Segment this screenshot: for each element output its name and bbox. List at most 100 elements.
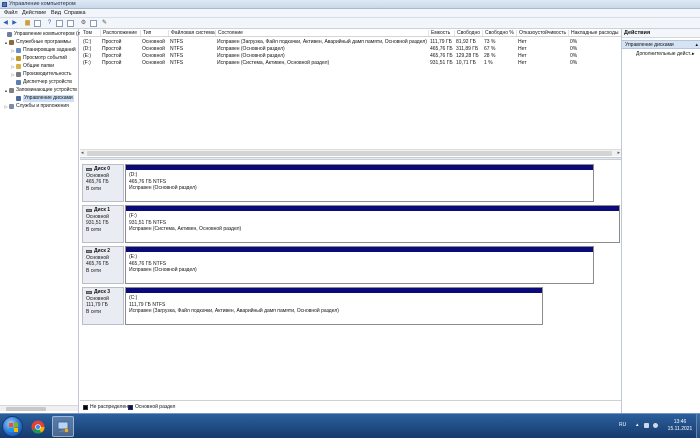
scroll-thumb[interactable]	[6, 407, 46, 411]
chrome-icon	[31, 420, 45, 433]
scroll-left-icon[interactable]: ◂	[81, 150, 84, 157]
more-actions-label: Дополнительные дейст...	[636, 51, 694, 57]
title-bar: Управление компьютером	[0, 0, 700, 9]
expand-icon[interactable]: ▷	[4, 103, 8, 110]
partition-legend: Не распределен Основной раздел	[80, 400, 621, 413]
menu-bar: Файл Действие Вид Справка	[0, 9, 700, 18]
actions-section-disk-management[interactable]: Управление дисками ▴	[622, 40, 700, 49]
volume-layout: Простой	[102, 46, 122, 52]
disk-view-icon[interactable]	[90, 20, 97, 27]
column-header-status[interactable]: Состояние	[215, 30, 243, 36]
disk-label[interactable]: Диск 1 Основной 931,51 ГБ В сети	[82, 205, 124, 243]
network-icon[interactable]	[644, 423, 649, 428]
taskbar-computer-management[interactable]	[52, 416, 74, 437]
partition-block[interactable]: (F:) 931,51 ГБ NTFS Исправен (Система, А…	[125, 205, 620, 243]
volume-horizontal-scrollbar[interactable]: ◂ ▸	[80, 149, 621, 156]
clock-time: 13:46	[673, 419, 687, 425]
tree-item-event-viewer[interactable]: ▷ Просмотр событий	[11, 55, 67, 62]
volume-filesystem: NTFS	[170, 53, 184, 59]
refresh-icon[interactable]: ✎	[101, 20, 108, 27]
disk-label[interactable]: Диск 3 Основной 111,79 ГБ В сети	[82, 287, 124, 325]
volume-overhead: 0%	[570, 46, 578, 52]
primary-swatch	[128, 404, 133, 410]
disk-label[interactable]: Диск 2 Основной 465,76 ГБ В сети	[82, 246, 124, 284]
clock-icon	[16, 48, 21, 53]
computer-icon	[7, 32, 12, 37]
volume-type: Основной	[142, 60, 165, 66]
expand-icon[interactable]: ▷	[11, 63, 15, 70]
tree-item-system-tools[interactable]: ▲ Служебные программы	[4, 39, 71, 46]
menu-action[interactable]: Действие	[22, 10, 46, 17]
volume-icon[interactable]	[653, 423, 658, 428]
collapse-icon[interactable]: ▲	[4, 87, 8, 94]
list-view-icon[interactable]	[67, 20, 74, 27]
expand-icon[interactable]: ▷	[11, 71, 15, 78]
disk-label[interactable]: Диск 0 Основной 465,76 ГБ В сети	[82, 164, 124, 202]
forward-arrow-icon[interactable]: ▶	[11, 20, 18, 27]
partition-block[interactable]: (C:) 111,79 ГБ NTFS Исправен (Загрузка, …	[125, 287, 543, 325]
more-actions-link[interactable]: Дополнительные дейст... ▸	[636, 50, 695, 59]
column-header-layout[interactable]: Расположение	[100, 30, 137, 36]
column-header-free[interactable]: Свободно	[454, 30, 480, 36]
scroll-thumb[interactable]	[87, 151, 612, 156]
column-header-volume[interactable]: Том	[81, 30, 92, 36]
partition-block[interactable]: (E:) 465,76 ГБ NTFS Исправен (Основной р…	[125, 246, 594, 284]
collapse-up-icon[interactable]: ▴	[695, 41, 698, 50]
navigation-tree: Управление компьютером (л ▲ Служебные про…	[0, 29, 81, 413]
column-header-free-percent[interactable]: Свободно %	[482, 30, 514, 36]
tree-item-performance[interactable]: ▷ Производительность	[11, 71, 72, 78]
column-header-filesystem[interactable]: Файловая система	[168, 30, 215, 36]
volume-overhead: 0%	[570, 53, 578, 59]
volume-free-percent: 1 %	[484, 60, 493, 66]
volume-status: Исправен (Основной раздел)	[217, 53, 285, 59]
partition-block[interactable]: (D:) 465,76 ГБ NTFS Исправен (Основной р…	[125, 164, 594, 202]
menu-help[interactable]: Справка	[64, 10, 86, 17]
disk-management-icon	[16, 96, 21, 101]
tree-item-computer-management[interactable]: Управление компьютером (л	[2, 31, 81, 38]
performance-icon	[16, 72, 21, 77]
clock[interactable]: 13:46 15.11.2021	[665, 419, 695, 433]
up-folder-icon[interactable]: ▆	[24, 20, 31, 27]
table-row[interactable]: (D:) Простой Основной NTFS Исправен (Осн…	[80, 46, 621, 53]
help-icon[interactable]: ?	[46, 20, 53, 27]
computer-management-icon	[2, 2, 7, 7]
tree-item-device-manager[interactable]: Диспетчер устройств	[11, 79, 72, 86]
back-arrow-icon[interactable]: ◀	[2, 20, 9, 27]
expand-icon[interactable]: ▷	[11, 47, 15, 54]
column-header-fault-tolerance[interactable]: Отказоустойчивость	[516, 30, 566, 36]
column-header-overhead[interactable]: Накладные расходы	[568, 30, 618, 36]
hard-disk-icon	[86, 249, 92, 253]
table-row[interactable]: (C:) Простой Основной NTFS Исправен (Заг…	[80, 39, 621, 46]
disk-status: В сети	[86, 308, 101, 315]
volume-layout: Простой	[102, 53, 122, 59]
disk-row: Диск 3 Основной 111,79 ГБ В сети (C:) 11…	[82, 287, 620, 325]
collapse-icon[interactable]: ▲	[4, 39, 8, 46]
start-button[interactable]	[2, 416, 23, 437]
volume-type: Основной	[142, 53, 165, 59]
disk-status: В сети	[86, 226, 101, 233]
volume-status: Исправен (Загрузка, Файл подкачки, Актив…	[217, 39, 427, 45]
properties-icon[interactable]	[56, 20, 63, 27]
table-row[interactable]: (F:) Простой Основной NTFS Исправен (Сис…	[80, 60, 621, 67]
tree-item-shared-folders[interactable]: ▷ Общие папки	[11, 63, 54, 70]
settings-icon[interactable]: ⚙	[80, 20, 87, 27]
tree-item-disk-management[interactable]: Управление дисками	[11, 95, 74, 102]
tree-item-storage[interactable]: ▲ Запоминающие устройств	[4, 87, 77, 94]
expand-icon[interactable]: ▷	[11, 55, 15, 62]
menu-file[interactable]: Файл	[4, 10, 18, 17]
column-header-capacity[interactable]: Емкость	[428, 30, 450, 36]
taskbar-chrome[interactable]	[27, 416, 49, 437]
tree-horizontal-scrollbar[interactable]	[0, 405, 78, 411]
volume-list: Том Расположение Тип Файловая система Со…	[80, 29, 621, 157]
column-header-type[interactable]: Тип	[140, 30, 151, 36]
tree-item-services-apps[interactable]: ▷ Службы и приложения	[4, 103, 69, 110]
scroll-right-icon[interactable]: ▸	[617, 150, 620, 157]
language-indicator[interactable]: RU	[619, 422, 626, 429]
show-desktop-button[interactable]	[696, 414, 700, 438]
volume-overhead: 0%	[570, 39, 578, 45]
table-row[interactable]: (E:) Простой Основной NTFS Исправен (Осн…	[80, 53, 621, 60]
tree-item-task-scheduler[interactable]: ▷ Планировщик заданий	[11, 47, 76, 54]
show-hidden-icons-icon[interactable]: ▴	[636, 423, 641, 428]
show-hide-tree-icon[interactable]	[34, 20, 41, 27]
menu-view[interactable]: Вид	[51, 10, 61, 17]
